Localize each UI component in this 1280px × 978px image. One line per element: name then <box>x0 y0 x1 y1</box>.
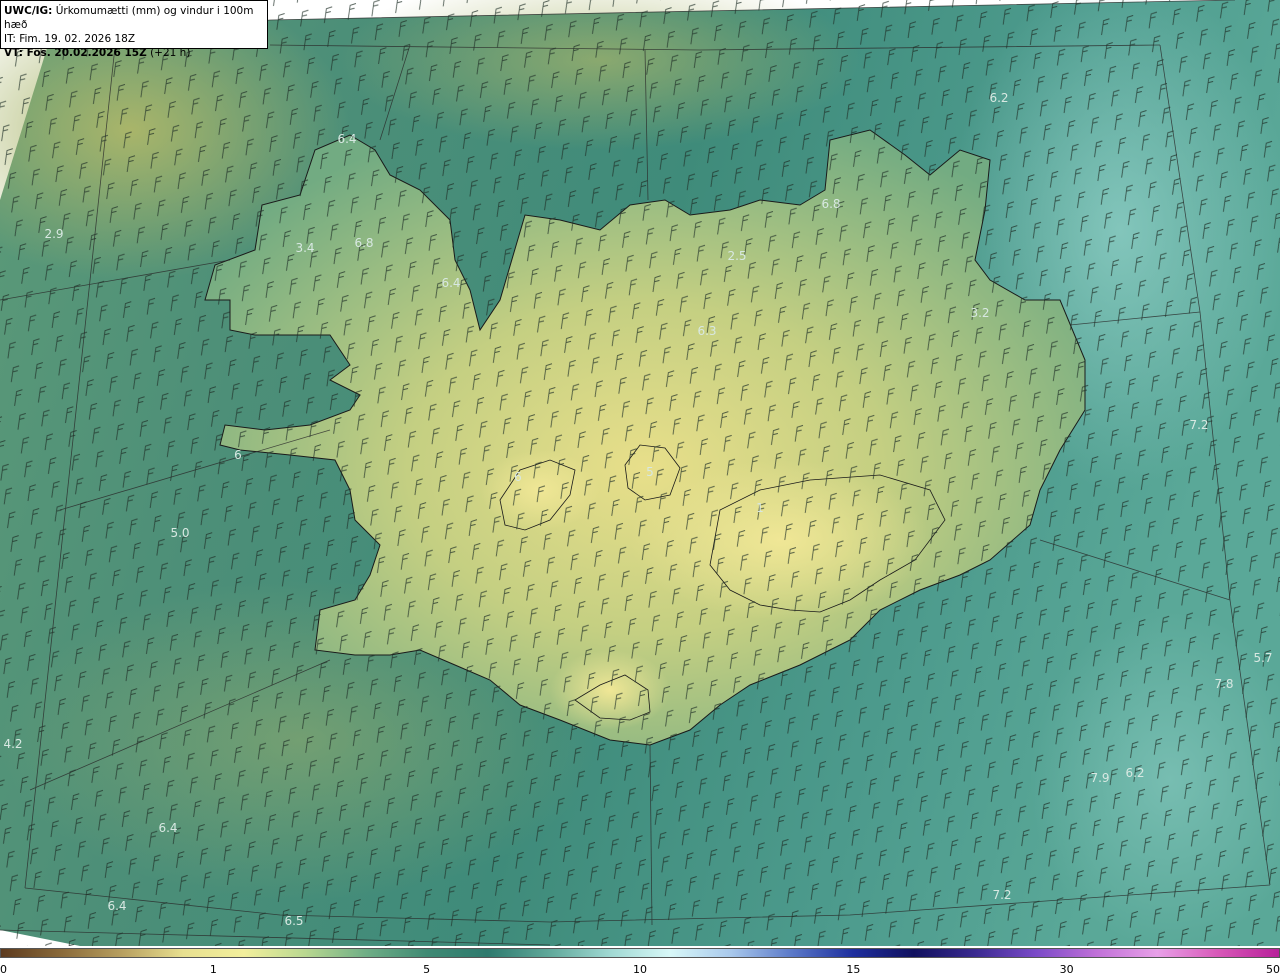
map-value-label: 2.9 <box>44 227 64 241</box>
map-value-label: 5.0 <box>170 526 190 540</box>
map-value-label: 3.2 <box>970 306 990 320</box>
colorbar-tick-label: 5 <box>423 963 431 976</box>
colorbar-tick-label: 0 <box>0 963 7 976</box>
colorbar-tick-label: 10 <box>633 963 647 976</box>
initial-time: IT: Fim. 19. 02. 2026 18Z <box>4 33 136 45</box>
map-value-label: 5 <box>646 465 654 479</box>
map-value-label: 1 <box>756 501 764 515</box>
map-value-label: 6.3 <box>697 324 717 338</box>
precipitation-map[interactable] <box>0 0 1280 978</box>
precipitation-colorbar <box>0 948 1280 958</box>
map-value-label: 6.2 <box>989 91 1009 105</box>
map-value-label: 3.4 <box>295 241 315 255</box>
colorbar-tick-label: 50 <box>1266 963 1280 976</box>
product-label: UWC/IG: <box>4 5 53 17</box>
map-value-label: 6.8 <box>354 236 374 250</box>
map-value-label: 6.5 <box>284 914 304 928</box>
lead-time: (+21 h) <box>150 47 191 59</box>
map-value-label: 6.2 <box>1125 766 1145 780</box>
map-value-label: 6.4 <box>107 899 127 913</box>
map-value-label: 6.4 <box>337 132 357 146</box>
map-value-label: 6 <box>234 448 242 462</box>
map-value-label: 7.9 <box>1090 771 1110 785</box>
map-value-label: 7.2 <box>1189 418 1209 432</box>
map-value-label: 6.8 <box>821 197 841 211</box>
map-header: UWC/IG: Úrkomumætti (mm) og vindur i 100… <box>0 0 268 59</box>
map-value-label: 7.2 <box>992 888 1012 902</box>
colorbar-panel: 0 1 5 10 15 30 50 <box>0 946 1280 978</box>
map-value-label: 6 <box>514 470 522 484</box>
colorbar-tick-label: 15 <box>846 963 861 976</box>
map-value-label: 4.2 <box>3 737 23 751</box>
map-value-label: 5.7 <box>1253 651 1273 665</box>
colorbar-tick-label: 30 <box>1059 963 1074 976</box>
valid-time: VT: Fös. 20.02.2026 15Z <box>4 47 147 59</box>
map-value-label: 6.4 <box>158 821 178 835</box>
map-value-label: 2.5 <box>727 249 747 263</box>
map-value-label: 7.8 <box>1214 677 1234 691</box>
colorbar-tick-label: 1 <box>209 963 217 976</box>
wind-barbs <box>0 0 1280 946</box>
map-value-label: 6.4 <box>441 276 461 290</box>
